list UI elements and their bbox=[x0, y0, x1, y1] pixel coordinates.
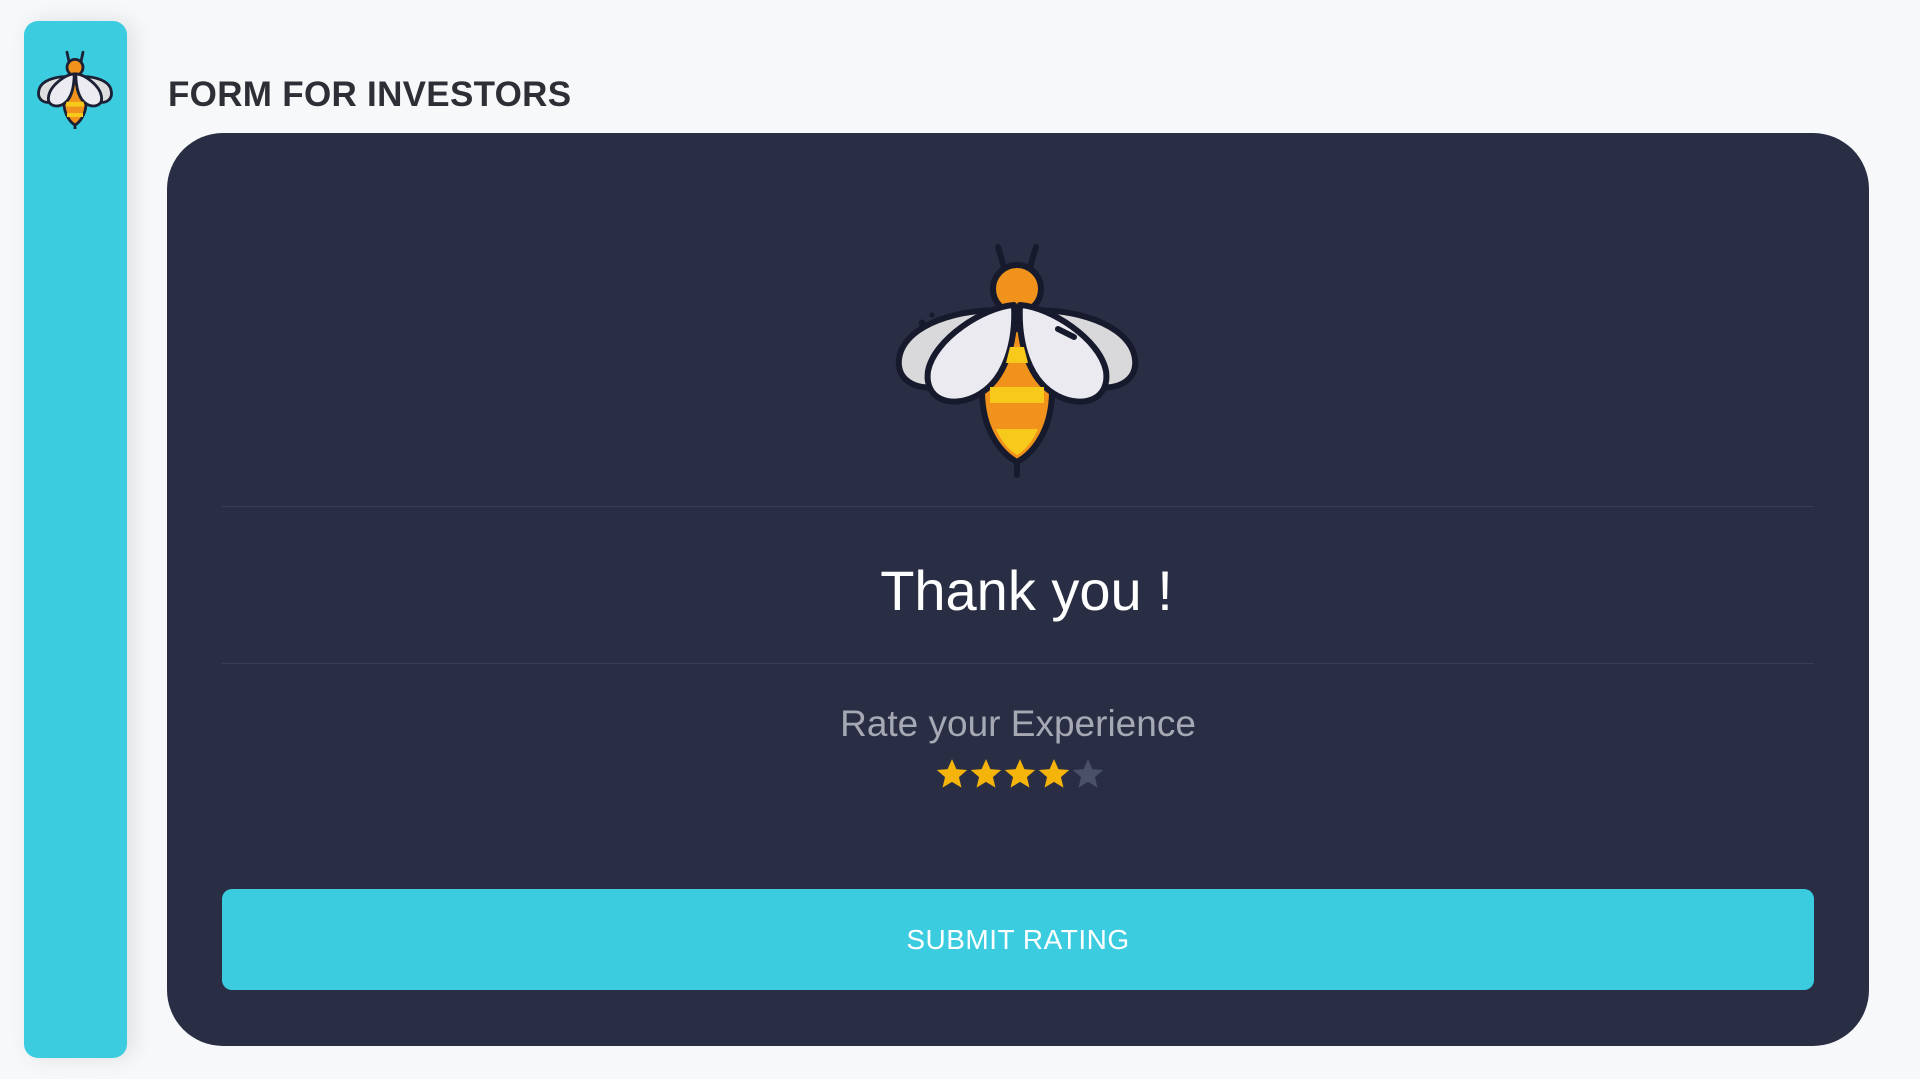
bee-logo-icon[interactable] bbox=[35, 49, 115, 129]
star-icon[interactable] bbox=[1071, 757, 1105, 791]
rating-label: Rate your Experience bbox=[840, 703, 1196, 744]
star-rating[interactable] bbox=[935, 757, 1105, 793]
star-icon[interactable] bbox=[935, 757, 969, 791]
thank-you-card: Thank you ! Rate your Experience SUBMIT … bbox=[167, 133, 1869, 1046]
divider bbox=[222, 663, 1814, 664]
bee-icon bbox=[895, 244, 1139, 478]
card-hero bbox=[167, 133, 1869, 506]
submit-rating-button[interactable]: SUBMIT RATING bbox=[222, 889, 1814, 990]
star-icon[interactable] bbox=[1003, 757, 1037, 791]
page-title: FORM FOR INVESTORS bbox=[168, 75, 572, 114]
divider bbox=[222, 506, 1814, 507]
sidebar bbox=[24, 21, 127, 1058]
thank-you-heading: Thank you ! bbox=[880, 559, 1173, 622]
star-icon[interactable] bbox=[1037, 757, 1071, 791]
star-icon[interactable] bbox=[969, 757, 1003, 791]
